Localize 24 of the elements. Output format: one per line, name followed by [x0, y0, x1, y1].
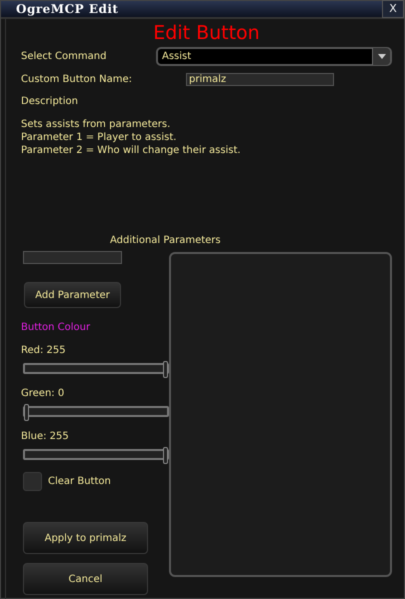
checkbox-label: Clear Button: [48, 475, 111, 489]
description-text: Sets assists from parameters. Parameter 1 = Player to assist. Parameter 2 = Who will change their assist.: [21, 118, 242, 157]
checkbox[interactable]: [23, 472, 42, 491]
dialog-heading: Edit Button: [152, 22, 261, 44]
section-label: Button Colour: [21, 321, 92, 335]
slider-thumb[interactable]: [163, 361, 168, 378]
caret-icon: [378, 54, 386, 59]
slider-label: Green: 0: [21, 387, 66, 401]
name-input[interactable]: primalz: [186, 73, 334, 86]
slider-thumb[interactable]: [24, 404, 29, 421]
field-label: Custom Button Name:: [21, 73, 134, 87]
section-label: Description: [21, 95, 79, 109]
window-title: OgreMCP Edit: [16, 1, 118, 18]
command-dropdown[interactable]: Assist: [156, 47, 392, 66]
slider-thumb[interactable]: [163, 447, 168, 464]
parameter-input[interactable]: [23, 251, 122, 264]
close-button[interactable]: X: [382, 0, 404, 18]
cancel-button[interactable]: Cancel: [23, 563, 148, 595]
add-parameter-button[interactable]: Add Parameter: [24, 282, 121, 308]
slider-label: Blue: 255: [21, 430, 70, 444]
apply-button[interactable]: Apply to primalz: [23, 522, 148, 554]
field-label: Select Command: [21, 50, 106, 64]
slider-label: Red: 255: [21, 344, 67, 358]
section-label: Additional Parameters: [110, 234, 221, 248]
